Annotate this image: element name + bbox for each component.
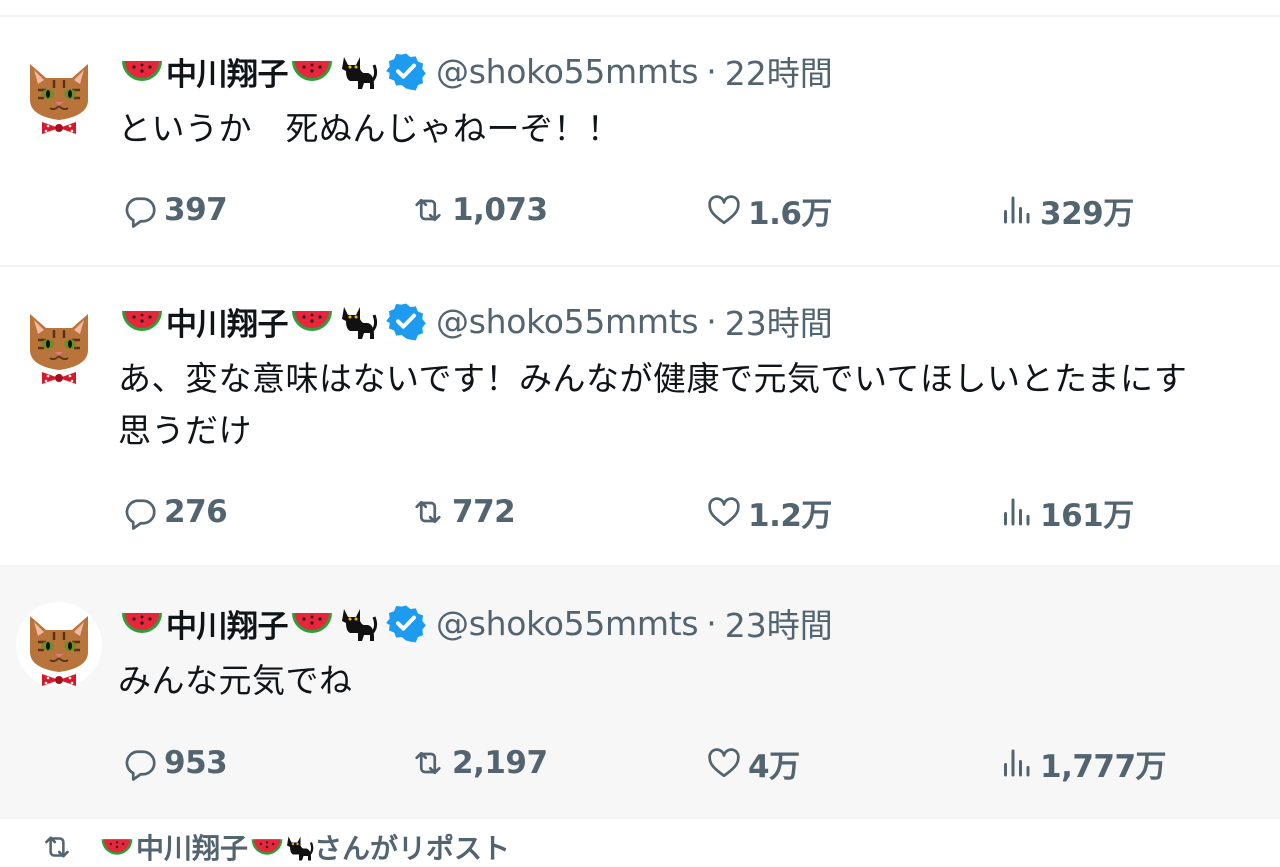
views-button[interactable]: 161万 xyxy=(998,489,1134,535)
avatar[interactable] xyxy=(16,50,102,136)
tweet-3[interactable]: 中川翔子 @shoko55mmts · 23時間 みんな元気でね 953 2,1… xyxy=(0,567,1280,817)
view-count: 1,777万 xyxy=(1040,748,1167,785)
bar-chart-icon xyxy=(998,494,1034,530)
tweet-header: 中川翔子 @shoko55mmts · 23時間 xyxy=(120,298,833,344)
separator-dot: · xyxy=(706,51,717,91)
repost-button[interactable]: 1,073 xyxy=(410,187,548,233)
verified-badge-icon[interactable] xyxy=(386,301,426,341)
black-cat-icon xyxy=(284,832,314,862)
watermelon-icon xyxy=(290,58,334,84)
repost-button[interactable]: 2,197 xyxy=(410,740,548,786)
timestamp[interactable]: 23時間 xyxy=(725,297,833,345)
like-button[interactable]: 1.2万 xyxy=(706,489,832,535)
author-handle[interactable]: @shoko55mmts xyxy=(436,604,699,643)
view-count: 161万 xyxy=(1040,497,1134,534)
like-button[interactable]: 4万 xyxy=(706,740,800,786)
watermelon-icon xyxy=(120,58,164,84)
reposter-name: 中川翔子 xyxy=(136,832,249,865)
watermelon-icon xyxy=(100,837,134,857)
watermelon-icon xyxy=(120,308,164,334)
timeline-divider xyxy=(0,817,1280,819)
repost-count: 772 xyxy=(452,494,516,530)
reply-icon xyxy=(122,745,158,781)
black-cat-icon xyxy=(334,603,378,643)
reply-count: 276 xyxy=(164,494,228,530)
author-handle[interactable]: @shoko55mmts xyxy=(436,302,699,341)
verified-badge-icon[interactable] xyxy=(386,603,426,643)
cat-face-avatar-icon xyxy=(16,602,102,688)
tweet-2[interactable]: 中川翔子 @shoko55mmts · 23時間 あ、変な意味はないです！みんな… xyxy=(0,267,1280,565)
separator-dot: · xyxy=(706,301,717,341)
views-button[interactable]: 329万 xyxy=(998,187,1134,233)
view-count: 329万 xyxy=(1040,195,1134,232)
timestamp[interactable]: 22時間 xyxy=(725,47,833,95)
repost-icon xyxy=(40,830,74,864)
watermelon-icon xyxy=(120,610,164,636)
reply-button[interactable]: 953 xyxy=(122,740,228,786)
repost-count: 2,197 xyxy=(452,745,548,781)
like-count: 4万 xyxy=(748,748,800,785)
watermelon-icon xyxy=(290,308,334,334)
tweet-text: みんな元気でね xyxy=(118,661,353,700)
author-name[interactable]: 中川翔子 xyxy=(166,299,289,344)
cat-face-avatar-icon xyxy=(16,50,102,136)
black-cat-icon xyxy=(334,51,378,91)
black-cat-icon xyxy=(334,301,378,341)
like-button[interactable]: 1.6万 xyxy=(706,187,832,233)
repost-attribution-suffix: さんがリポスト xyxy=(314,832,511,865)
cat-face-avatar-icon xyxy=(16,300,102,386)
tweet-header: 中川翔子 @shoko55mmts · 22時間 xyxy=(120,48,833,94)
reply-button[interactable]: 397 xyxy=(122,187,228,233)
reply-count: 953 xyxy=(164,745,228,781)
tweet-1[interactable]: 中川翔子 @shoko55mmts · 22時間 というか 死ぬんじゃねーぞ！！… xyxy=(0,17,1280,265)
watermelon-icon xyxy=(290,610,334,636)
author-handle[interactable]: @shoko55mmts xyxy=(436,52,699,91)
bar-chart-icon xyxy=(998,192,1034,228)
reply-icon xyxy=(122,192,158,228)
like-count: 1.2万 xyxy=(748,497,832,534)
reply-count: 397 xyxy=(164,192,228,228)
separator-dot: · xyxy=(706,603,717,643)
heart-icon xyxy=(706,192,742,228)
tweet-header: 中川翔子 @shoko55mmts · 23時間 xyxy=(120,600,833,646)
watermelon-icon xyxy=(250,837,284,857)
avatar[interactable] xyxy=(16,602,102,688)
tweet-text: あ、変な意味はないです！みんなが健康で元気でいてほしいとたまにす 思うだけ xyxy=(118,359,1188,450)
bar-chart-icon xyxy=(998,745,1034,781)
reply-icon xyxy=(122,494,158,530)
repost-count: 1,073 xyxy=(452,192,548,228)
heart-icon xyxy=(706,745,742,781)
repost-icon xyxy=(410,494,446,530)
timestamp[interactable]: 23時間 xyxy=(725,599,833,647)
repost-icon xyxy=(410,745,446,781)
avatar[interactable] xyxy=(16,300,102,386)
heart-icon xyxy=(706,494,742,530)
views-button[interactable]: 1,777万 xyxy=(998,740,1167,786)
repost-attribution[interactable]: 中川翔子 さんがリポスト xyxy=(40,830,510,865)
like-count: 1.6万 xyxy=(748,195,832,232)
author-name[interactable]: 中川翔子 xyxy=(166,601,289,646)
verified-badge-icon[interactable] xyxy=(386,51,426,91)
tweet-text: というか 死ぬんじゃねーぞ！！ xyxy=(118,109,621,148)
author-name[interactable]: 中川翔子 xyxy=(166,49,289,94)
repost-icon xyxy=(410,192,446,228)
repost-button[interactable]: 772 xyxy=(410,489,516,535)
reply-button[interactable]: 276 xyxy=(122,489,228,535)
